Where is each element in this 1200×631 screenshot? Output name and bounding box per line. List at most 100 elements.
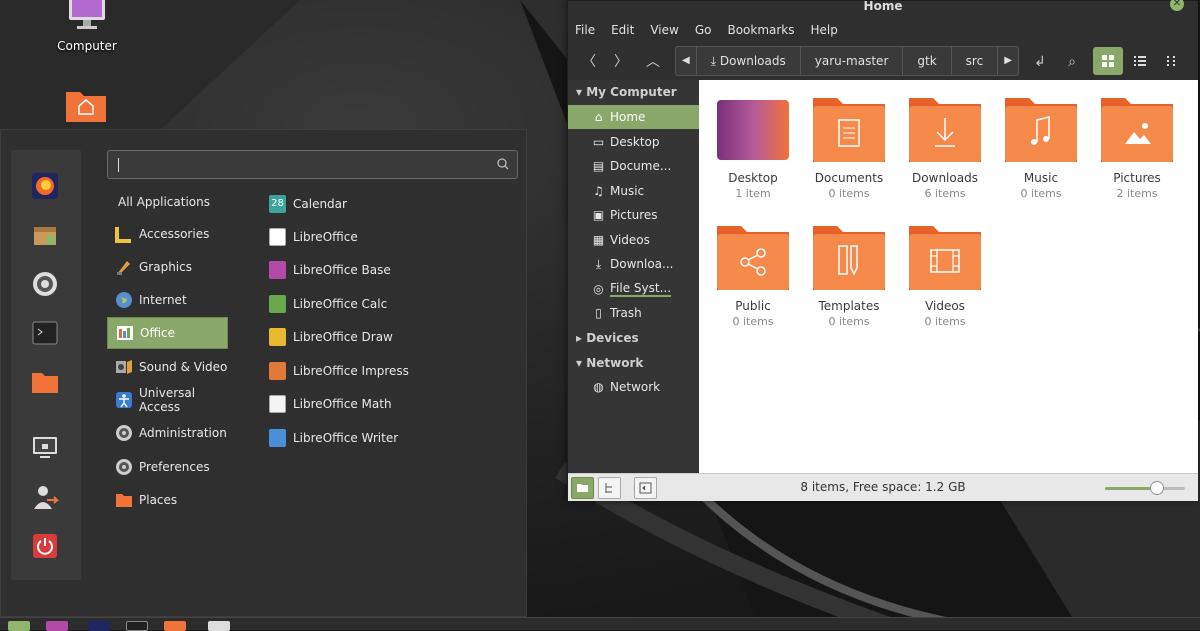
file-tile-desktop[interactable]: Desktop 1 item (705, 98, 801, 200)
breadcrumb: ◀ ⤓ Downloads yaru-master gtk src ▶ (675, 46, 1019, 76)
menu-help[interactable]: Help (811, 23, 838, 37)
app-label: LibreOffice Impress (293, 364, 409, 378)
window-titlebar[interactable]: Home ✕ (568, 0, 1198, 16)
sidebar-item-file-system[interactable]: ◎ File Syst... (568, 277, 699, 301)
zoom-slider[interactable] (1105, 481, 1185, 495)
app-libreoffice-base[interactable]: LibreOffice Base (269, 255, 391, 285)
favorite-settings[interactable] (29, 268, 61, 300)
sidebar-item-network[interactable]: ◍ Network (568, 375, 699, 399)
category-administration[interactable]: Administration (107, 417, 228, 449)
toggle-location-button[interactable]: ↲ (1027, 49, 1053, 75)
favorite-terminal[interactable] (29, 317, 61, 349)
app-libreoffice-writer[interactable]: LibreOffice Writer (269, 423, 398, 453)
category-graphics[interactable]: Graphics (107, 251, 228, 283)
favorite-power[interactable] (29, 530, 61, 562)
favorite-firefox[interactable] (29, 170, 61, 202)
sidebar-header-label: Devices (586, 331, 639, 345)
file-tile-music[interactable]: Music 0 items (993, 98, 1089, 200)
file-name: Desktop (728, 171, 778, 185)
zoom-slider-handle[interactable] (1150, 481, 1164, 495)
chevron-down-icon: ▾ (576, 356, 587, 370)
category-preferences[interactable]: Preferences (107, 451, 228, 483)
sidebar-item-home[interactable]: ⌂ Home (568, 105, 699, 129)
category-internet[interactable]: Internet (107, 284, 228, 316)
file-tile-downloads[interactable]: Downloads 6 items (897, 98, 993, 200)
sidebar-item-desktop[interactable]: ▭ Desktop (568, 130, 699, 154)
file-name: Documents (814, 171, 884, 185)
breadcrumb-label: Downloads (719, 54, 786, 68)
sidebar-header-my-computer[interactable]: ▾ My Computer (576, 85, 677, 99)
menu-go[interactable]: Go (695, 23, 712, 37)
breadcrumb-right-arrow[interactable]: ▶ (998, 47, 1018, 75)
app-libreoffice-draw[interactable]: LibreOffice Draw (269, 322, 393, 352)
back-button[interactable]: 〈 (576, 49, 602, 75)
sidebar-item-videos[interactable]: ▦ Videos (568, 228, 699, 252)
sidebar-item-label: Pictures (610, 208, 658, 222)
file-tile-documents[interactable]: Documents 0 items (801, 98, 897, 200)
file-tile-videos[interactable]: Videos 0 items (897, 226, 993, 328)
file-tile-pictures[interactable]: Pictures 2 items (1089, 98, 1185, 200)
app-libreoffice[interactable]: LibreOffice (269, 222, 358, 252)
icon-view-button[interactable] (1093, 47, 1123, 75)
home-icon: ⌂ (594, 110, 603, 124)
breadcrumb-src[interactable]: src (952, 47, 999, 75)
breadcrumb-gtk[interactable]: gtk (903, 47, 952, 75)
category-label: Internet (139, 293, 187, 307)
category-sound-video[interactable]: Sound & Video (107, 351, 228, 383)
app-libreoffice-calc[interactable]: LibreOffice Calc (269, 289, 387, 319)
file-name: Public (735, 299, 771, 313)
close-button[interactable]: ✕ (1170, 0, 1184, 11)
favorite-files[interactable] (29, 366, 61, 398)
search-button[interactable]: ⌕ (1059, 49, 1085, 75)
application-menu: All Applications Accessories Graphics In… (0, 129, 527, 617)
folder-icon (115, 491, 133, 509)
sidebar-item-music[interactable]: ♫ Music (568, 179, 699, 203)
music-icon: ♫ (593, 184, 604, 198)
sidebar-item-downloads[interactable]: ⤓ Downloa... (568, 252, 699, 276)
app-libreoffice-impress[interactable]: LibreOffice Impress (269, 356, 409, 386)
menu-view[interactable]: View (650, 23, 678, 37)
category-accessories[interactable]: Accessories (107, 218, 228, 250)
toolbar: 〈 〉 ︿ ◀ ⤓ Downloads yaru-master gtk src … (568, 44, 1198, 80)
breadcrumb-left-arrow[interactable]: ◀ (676, 47, 697, 75)
breadcrumb-yaru-master[interactable]: yaru-master (801, 47, 904, 75)
file-tile-templates[interactable]: Templates 0 items (801, 226, 897, 328)
desktop-icon-computer[interactable]: Computer (42, 0, 132, 53)
forward-button[interactable]: 〉 (608, 49, 634, 75)
libreoffice-math-icon (269, 395, 286, 413)
sidebar-header-devices[interactable]: ▸ Devices (576, 331, 639, 345)
chevron-left-icon: 〈 (582, 54, 596, 70)
category-universal-access[interactable]: Universal Access (107, 384, 228, 416)
up-button[interactable]: ︿ (640, 49, 666, 75)
category-places[interactable]: Places (107, 484, 228, 516)
sidebar-item-pictures[interactable]: ▣ Pictures (568, 203, 699, 227)
document-icon: ▤ (592, 159, 605, 173)
globe-icon (115, 291, 133, 309)
folder-icon (32, 373, 58, 393)
menu-bookmarks[interactable]: Bookmarks (727, 23, 794, 37)
list-view-button[interactable] (1125, 47, 1155, 75)
menu-search-input[interactable] (107, 150, 518, 179)
category-all-applications[interactable]: All Applications (107, 186, 228, 218)
compact-view-button[interactable] (1158, 47, 1188, 75)
favorite-lock-screen[interactable] (29, 432, 61, 464)
app-calendar[interactable]: 28 Calendar (269, 189, 347, 219)
desktop-icon-home[interactable] (41, 84, 131, 131)
desktop-folder-icon (717, 100, 789, 160)
menu-edit[interactable]: Edit (611, 23, 634, 37)
sound-video-icon (115, 358, 133, 376)
favorite-package-manager[interactable] (29, 219, 61, 251)
status-bar: 8 items, Free space: 1.2 GB (568, 473, 1198, 501)
search-icon: ⌕ (1068, 54, 1076, 70)
file-count: 6 items (924, 187, 966, 200)
sidebar-item-documents[interactable]: ▤ Docume... (568, 154, 699, 178)
sidebar-header-network[interactable]: ▾ Network (576, 356, 643, 370)
sidebar-item-trash[interactable]: ▯ Trash (568, 301, 699, 325)
file-tile-public[interactable]: Public 0 items (705, 226, 801, 328)
breadcrumb-downloads[interactable]: ⤓ Downloads (697, 47, 801, 75)
category-office[interactable]: Office (107, 317, 228, 349)
app-libreoffice-math[interactable]: LibreOffice Math (269, 389, 392, 419)
file-name: Music (1023, 171, 1059, 185)
menu-file[interactable]: File (575, 23, 595, 37)
favorite-logout[interactable] (29, 481, 61, 513)
